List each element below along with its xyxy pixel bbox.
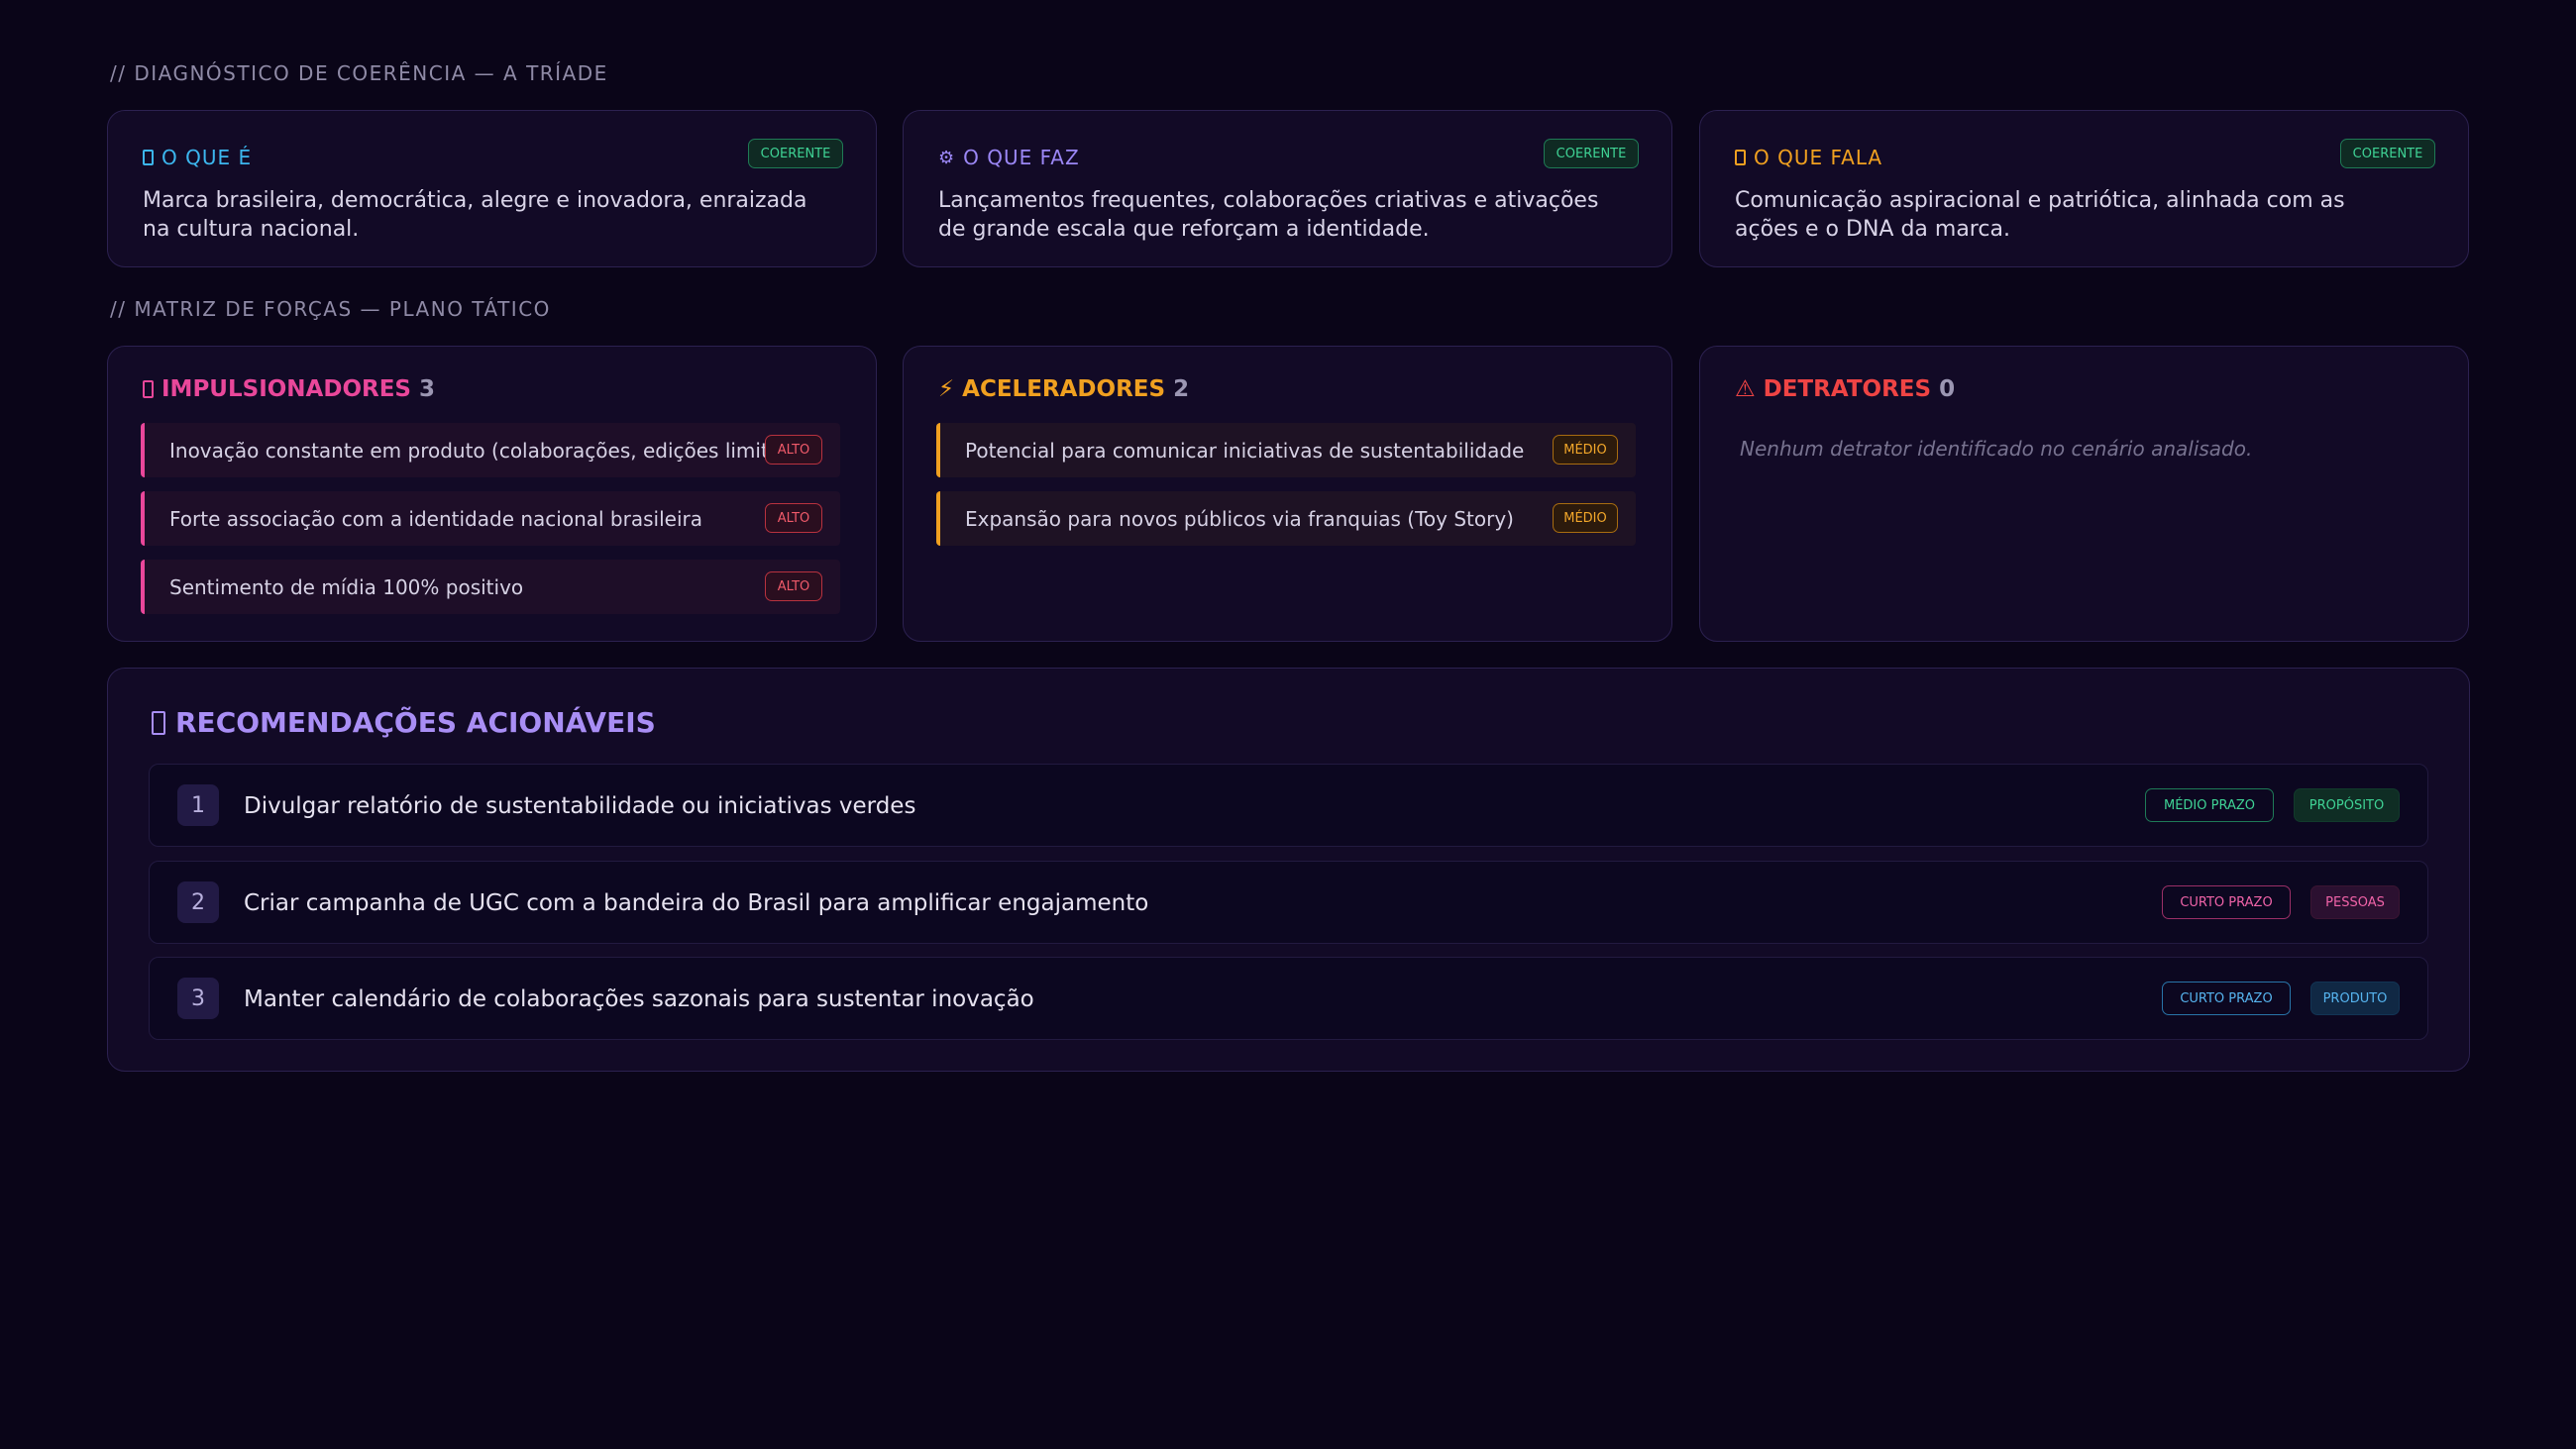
recommendation-number: 1 — [177, 784, 219, 826]
triad-card-text: Marca brasileira, democrática, alegre e … — [143, 188, 807, 242]
triad-card-o-que-faz: ⚙ O QUE FAZ COERENTE Lançamentos frequen… — [903, 110, 1672, 267]
detratores-card: ⚠ DETRATORES 0 Nenhum detrator identific… — [1699, 346, 2469, 642]
impact-level-badge: ALTO — [765, 571, 822, 601]
rocket-box-icon — [143, 380, 154, 398]
term-tag: MÉDIO PRAZO — [2145, 788, 2274, 822]
force-item: Forte associação com a identidade nacion… — [141, 491, 840, 546]
force-item: Expansão para novos públicos via franqui… — [936, 491, 1636, 546]
recommendations-card: RECOMENDAÇÕES ACIONÁVEIS 1 Divulgar rela… — [107, 668, 2470, 1072]
coherence-badge: COERENTE — [1544, 139, 1639, 168]
triad-card-text: Lançamentos frequentes, colaborações cri… — [938, 188, 1599, 242]
triad-card-text: Comunicação aspiracional e patriótica, a… — [1735, 188, 2345, 242]
impulsionadores-header: IMPULSIONADORES 3 — [143, 376, 435, 402]
triad-card-title: O QUE FAZ — [963, 146, 1080, 169]
impact-level-badge: ALTO — [765, 435, 822, 465]
impact-level-badge: MÉDIO — [1553, 435, 1618, 465]
term-tag: CURTO PRAZO — [2162, 982, 2291, 1015]
speech-box-icon — [1735, 150, 1746, 165]
recommendation-item: 1 Divulgar relatório de sustentabilidade… — [149, 764, 2428, 847]
target-box-icon — [152, 710, 165, 735]
detratores-header: ⚠ DETRATORES 0 — [1735, 376, 1955, 402]
impact-level-badge: MÉDIO — [1553, 503, 1618, 533]
triad-card-title: O QUE É — [161, 146, 253, 169]
dashboard-page: // DIAGNÓSTICO DE COERÊNCIA — A TRÍADE O… — [0, 0, 2576, 1449]
category-tag: PRODUTO — [2310, 982, 2400, 1015]
force-item: Inovação constante em produto (colaboraç… — [141, 423, 840, 477]
aceleradores-header: ⚡ ACELERADORES 2 — [938, 376, 1189, 402]
aceleradores-title: ACELERADORES — [962, 376, 1166, 402]
category-tag: PROPÓSITO — [2294, 788, 2400, 822]
recommendation-text: Divulgar relatório de sustentabilidade o… — [244, 793, 916, 819]
triad-card-header: ⚙ O QUE FAZ — [938, 146, 1080, 169]
gear-icon: ⚙ — [938, 147, 956, 168]
force-item-text: Potencial para comunicar iniciativas de … — [965, 438, 1525, 463]
force-item-text: Expansão para novos públicos via franqui… — [965, 506, 1514, 531]
impact-level-badge: ALTO — [765, 503, 822, 533]
lightning-icon: ⚡ — [938, 376, 955, 402]
recommendation-item: 2 Criar campanha de UGC com a bandeira d… — [149, 861, 2428, 944]
triad-section-label: // DIAGNÓSTICO DE COERÊNCIA — A TRÍADE — [110, 61, 608, 85]
impulsionadores-count: 3 — [419, 376, 436, 402]
coherence-badge: COERENTE — [2340, 139, 2435, 168]
recommendation-number: 2 — [177, 881, 219, 923]
category-tag: PESSOAS — [2310, 885, 2400, 919]
force-item-text: Forte associação com a identidade nacion… — [169, 506, 702, 531]
recommendations-header: RECOMENDAÇÕES ACIONÁVEIS — [152, 706, 656, 739]
coherence-badge: COERENTE — [748, 139, 843, 168]
force-item-text: Inovação constante em produto (colaboraç… — [169, 438, 824, 463]
recommendation-text: Manter calendário de colaborações sazona… — [244, 986, 1034, 1012]
forces-section-label: // MATRIZ DE FORÇAS — PLANO TÁTICO — [110, 297, 551, 321]
recommendation-number: 3 — [177, 978, 219, 1019]
aceleradores-count: 2 — [1173, 376, 1190, 402]
recommendation-item: 3 Manter calendário de colaborações sazo… — [149, 957, 2428, 1040]
triad-card-header: O QUE FALA — [1735, 146, 1882, 169]
triad-card-o-que-e: O QUE É COERENTE Marca brasileira, democ… — [107, 110, 877, 267]
force-item-text: Sentimento de mídia 100% positivo — [169, 574, 524, 599]
triad-card-o-que-fala: O QUE FALA COERENTE Comunicação aspiraci… — [1699, 110, 2469, 267]
detratores-empty-text: Nenhum detrator identificado no cenário … — [1740, 437, 2253, 461]
term-tag: CURTO PRAZO — [2162, 885, 2291, 919]
detratores-title: DETRATORES — [1763, 376, 1932, 402]
recommendation-text: Criar campanha de UGC com a bandeira do … — [244, 890, 1149, 916]
warning-icon: ⚠ — [1735, 376, 1756, 402]
recommendations-title: RECOMENDAÇÕES ACIONÁVEIS — [175, 706, 656, 739]
force-item: Sentimento de mídia 100% positivo ALTO — [141, 560, 840, 614]
identity-box-icon — [143, 150, 154, 165]
force-item: Potencial para comunicar iniciativas de … — [936, 423, 1636, 477]
impulsionadores-card: IMPULSIONADORES 3 Inovação constante em … — [107, 346, 877, 642]
aceleradores-card: ⚡ ACELERADORES 2 Potencial para comunica… — [903, 346, 1672, 642]
detratores-count: 0 — [1939, 376, 1956, 402]
triad-card-title: O QUE FALA — [1754, 146, 1883, 169]
triad-card-header: O QUE É — [143, 146, 252, 169]
impulsionadores-title: IMPULSIONADORES — [161, 376, 411, 402]
